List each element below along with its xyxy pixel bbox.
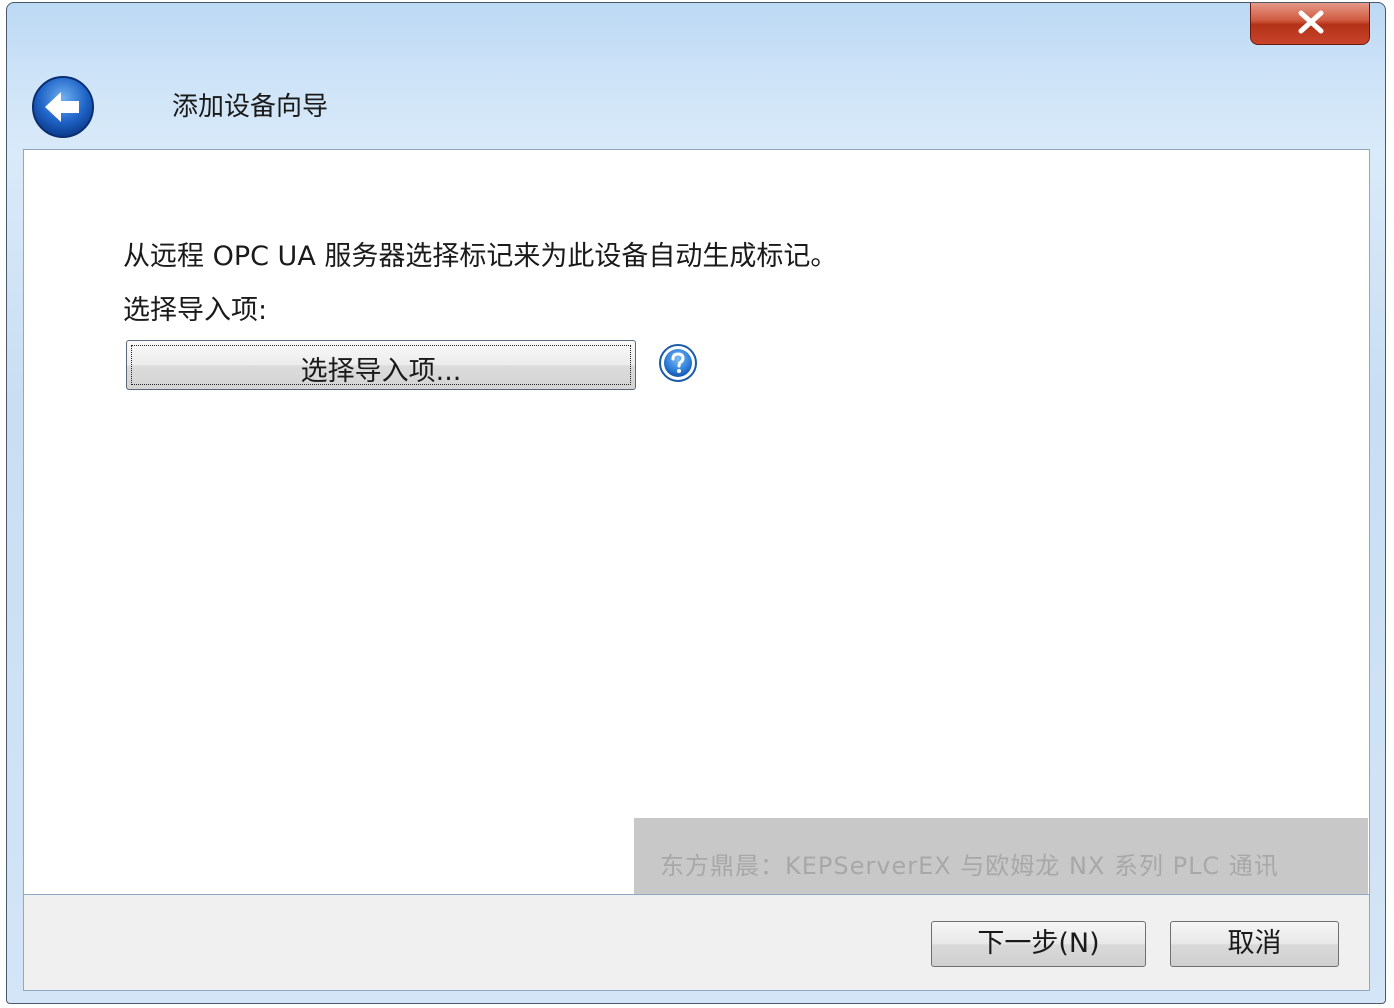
watermark-text: 东方鼎晨：KEPServerEX 与欧姆龙 NX 系列 PLC 通讯	[660, 852, 1279, 880]
footer-bar: 下一步(N) 取消	[23, 895, 1370, 991]
select-import-label: 选择导入项:	[123, 295, 268, 326]
cancel-button[interactable]: 取消	[1170, 921, 1339, 967]
select-import-button[interactable]: 选择导入项...	[126, 340, 636, 390]
next-button[interactable]: 下一步(N)	[931, 921, 1146, 967]
select-import-button-label: 选择导入项...	[300, 356, 462, 387]
instruction-text: 从远程 OPC UA 服务器选择标记来为此设备自动生成标记。	[123, 241, 838, 272]
close-icon	[1298, 10, 1324, 34]
watermark-banner: 东方鼎晨：KEPServerEX 与欧姆龙 NX 系列 PLC 通讯	[634, 818, 1368, 894]
back-button[interactable]	[31, 75, 95, 139]
wizard-window: 添加设备向导 从远程 OPC UA 服务器选择标记来为此设备自动生成标记。 选择…	[6, 2, 1386, 1004]
window-title: 添加设备向导	[172, 92, 329, 122]
help-icon[interactable]	[658, 343, 698, 383]
content-panel: 从远程 OPC UA 服务器选择标记来为此设备自动生成标记。 选择导入项: 选择…	[23, 149, 1370, 895]
back-arrow-icon	[32, 76, 94, 138]
close-button[interactable]	[1250, 3, 1370, 45]
